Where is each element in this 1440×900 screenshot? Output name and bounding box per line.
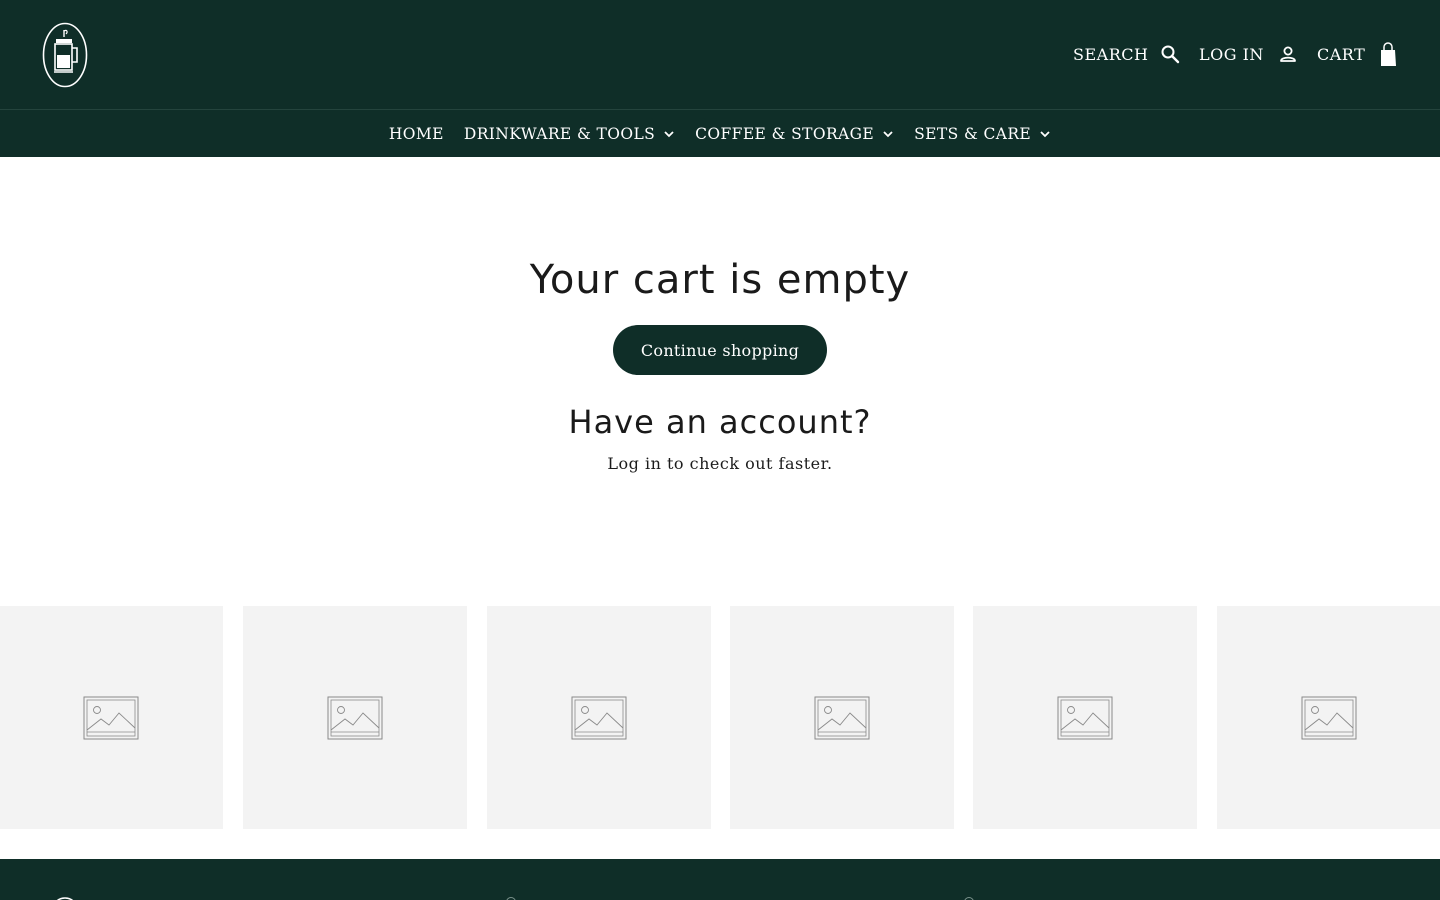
- account-icon: [1278, 44, 1298, 64]
- empty-cart-title: Your cart is empty: [529, 257, 911, 303]
- footer-logo-icon: [48, 896, 82, 900]
- login-label: LOG IN: [1199, 44, 1264, 64]
- product-placeholder-card[interactable]: [0, 606, 223, 829]
- nav-item-drinkware-tools[interactable]: DRINKWARE & TOOLS: [464, 110, 675, 157]
- nav-item-label: HOME: [388, 124, 444, 143]
- login-prompt: Log in to check out faster.: [0, 454, 1440, 473]
- continue-shopping-button[interactable]: Continue shopping: [613, 325, 827, 375]
- image-placeholder-icon: [327, 696, 383, 739]
- product-placeholder-card[interactable]: [243, 606, 467, 829]
- nav-item-home[interactable]: HOME: [389, 110, 444, 157]
- nav-item-label: SETS & CARE: [914, 124, 1032, 143]
- search-button[interactable]: SEARCH: [1073, 40, 1180, 68]
- image-placeholder-icon: [571, 696, 627, 739]
- chevron-down-icon: [1039, 130, 1051, 138]
- search-label: SEARCH: [1073, 44, 1149, 64]
- french-press-logo-icon: [42, 22, 88, 88]
- product-placeholder-card[interactable]: [973, 606, 1197, 829]
- nav-item-label: DRINKWARE & TOOLS: [463, 124, 656, 143]
- store-logo[interactable]: [42, 22, 88, 88]
- shopping-bag-icon: [1377, 41, 1399, 67]
- login-link[interactable]: Log in: [607, 454, 661, 473]
- image-placeholder-icon: [814, 696, 870, 739]
- image-placeholder-icon: [1301, 696, 1357, 739]
- cart-label: CART: [1317, 44, 1366, 64]
- account-title: Have an account?: [568, 403, 872, 441]
- login-prompt-suffix: to check out faster.: [661, 454, 833, 473]
- login-button[interactable]: LOG IN: [1199, 40, 1298, 68]
- image-placeholder-icon: [83, 696, 139, 739]
- site-footer: [0, 859, 1440, 900]
- nav-item-sets-care[interactable]: SETS & CARE: [914, 110, 1051, 157]
- search-icon: [1160, 44, 1180, 64]
- nav-item-coffee-storage[interactable]: COFFEE & STORAGE: [695, 110, 894, 157]
- product-placeholder-card[interactable]: [1217, 606, 1440, 829]
- product-placeholder-card[interactable]: [730, 606, 954, 829]
- nav-item-label: COFFEE & STORAGE: [695, 124, 875, 143]
- main-navigation: HOME DRINKWARE & TOOLS COFFEE & STORAGE …: [0, 110, 1440, 157]
- chevron-down-icon: [882, 130, 894, 138]
- product-placeholder-grid: [0, 606, 1440, 829]
- cart-page: Your cart is empty Continue shopping Hav…: [0, 157, 1440, 577]
- image-placeholder-icon: [1057, 696, 1113, 739]
- site-header: SEARCH LOG IN CART: [0, 0, 1440, 110]
- cart-button[interactable]: CART: [1317, 40, 1399, 68]
- product-placeholder-card[interactable]: [487, 606, 711, 829]
- chevron-down-icon: [663, 130, 675, 138]
